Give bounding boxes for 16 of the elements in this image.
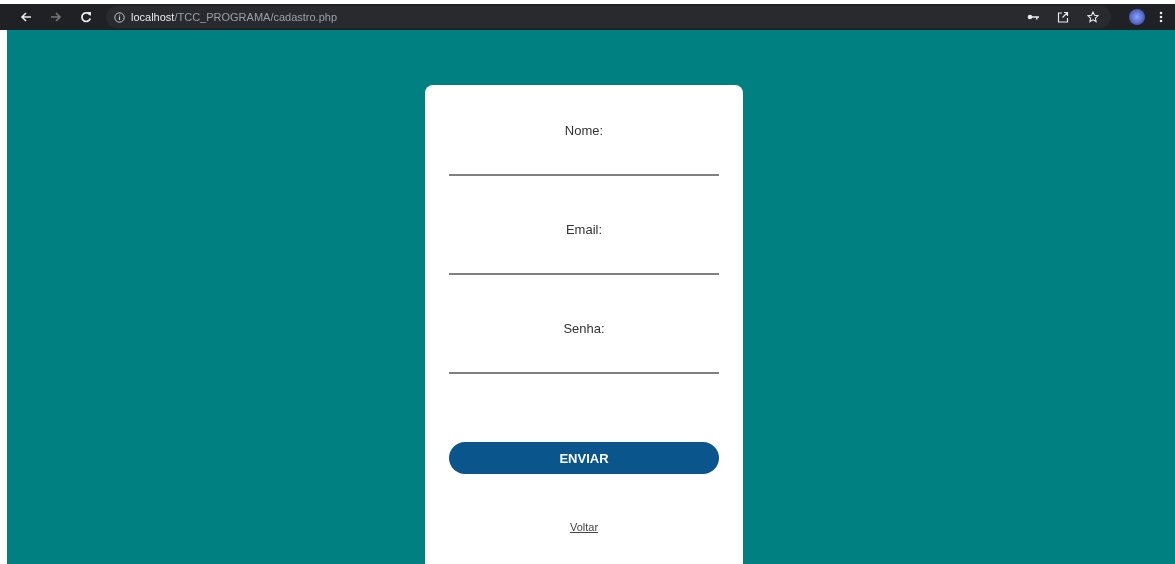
field-label: Nome: xyxy=(564,123,604,138)
share-icon[interactable] xyxy=(1057,11,1069,23)
address-bar[interactable]: localhost/TCC_PROGRAMA/cadastro.php xyxy=(106,6,1111,28)
info-icon[interactable] xyxy=(114,11,125,23)
reload-icon[interactable] xyxy=(80,11,92,23)
menu-icon[interactable] xyxy=(1159,11,1163,23)
field-label: Senha: xyxy=(563,321,605,336)
field-label: Email: xyxy=(565,222,603,237)
back-link[interactable]: Voltar xyxy=(569,521,599,533)
url-text: localhost/TCC_PROGRAMA/cadastro.php xyxy=(131,11,338,23)
star-icon[interactable] xyxy=(1087,11,1099,23)
submit-button[interactable]: ENVIAR xyxy=(449,442,719,474)
forward-arrow-icon[interactable] xyxy=(50,11,62,23)
key-icon[interactable] xyxy=(1027,13,1039,21)
back-arrow-icon[interactable] xyxy=(20,11,32,23)
profile-avatar[interactable] xyxy=(1129,9,1145,25)
